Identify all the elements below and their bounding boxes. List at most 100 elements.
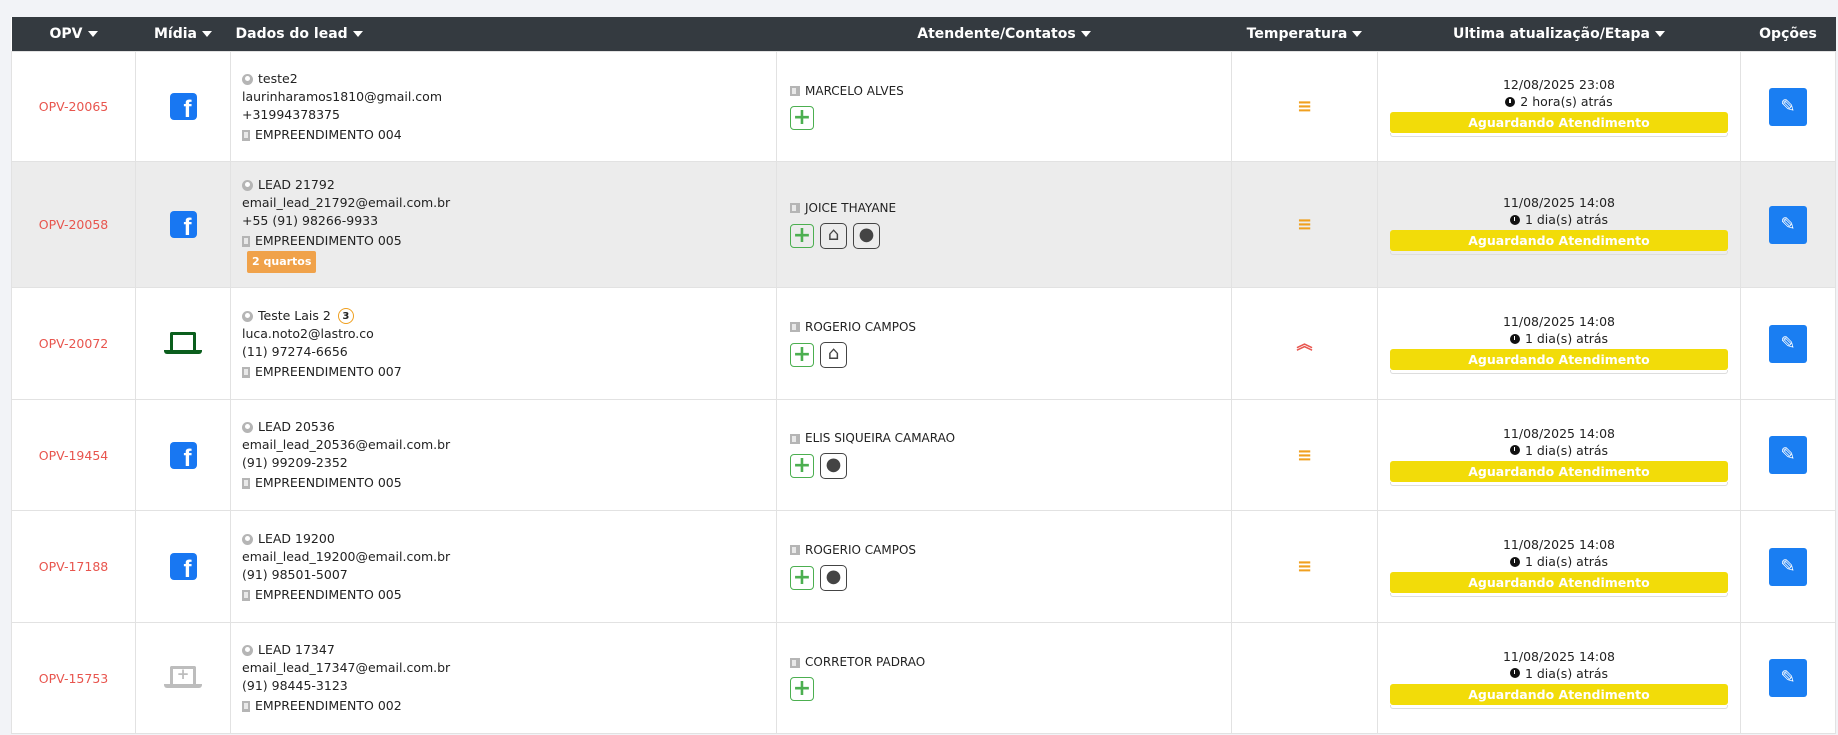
chat-bubble-icon[interactable]: ● [853,222,880,249]
facebook-icon: f [169,211,197,240]
col-opcoes-header: Opções [1740,17,1836,52]
temperature-neutral-icon: ≡ [1231,510,1378,623]
lead-tag: 2 quartos [247,251,317,273]
temperature-hot-icon: ︽ [1231,287,1378,400]
chat-bubble-icon[interactable]: ● [820,453,847,479]
status-badge: Aguardando Atendimento [1390,112,1728,133]
user-icon [242,180,253,191]
edit-button[interactable]: ✎ [1769,659,1807,697]
lead-empreendimento: EMPREENDIMENTO 005 [255,233,402,248]
edit-button[interactable]: ✎ [1769,436,1807,474]
building-icon [790,657,800,668]
update-ago: 1 dia(s) atrás [1524,665,1609,681]
col-temperatura-header[interactable]: Temperatura [1231,17,1378,52]
table-row: OPV-20058 f LEAD 21792 email_lead_21792@… [11,161,1836,288]
lead-name: LEAD 17347 [258,642,335,657]
lead-name: LEAD 20536 [258,419,335,434]
atendente-name: ELIS SIQUEIRA CAMARAO [805,431,956,445]
building-icon [790,433,800,444]
opv-id[interactable]: OPV-17188 [11,510,136,623]
laptop-plus-icon: + [164,664,202,692]
atendente-name: ROGERIO CAMPOS [805,542,917,557]
leads-table-container: OPV Mídia Dados do lead Atendente/Contat… [11,17,1836,734]
lead-empreendimento: EMPREENDIMENTO 005 [255,586,402,602]
lead-phone: (91) 98501-5007 [242,566,348,582]
add-contact-button[interactable]: + [790,565,814,590]
opv-id[interactable]: OPV-20058 [11,161,136,288]
update-ago: 1 dia(s) atrás [1524,331,1609,346]
table-row: OPV-20065 f teste2 laurinharamos1810@gma… [11,51,1836,162]
add-contact-button[interactable]: + [790,342,814,367]
caret-down-icon [1080,31,1091,37]
facebook-icon: f [169,93,197,122]
building-icon [790,203,800,213]
home-icon[interactable]: ⌂ [820,341,847,368]
table-row: OPV-15753 + LEAD 17347 email_lead_17347@… [11,622,1836,734]
table-row: OPV-20072 Teste Lais 2 3 luca.noto2@lastr… [11,287,1836,400]
lead-email: luca.noto2@lastro.co [242,325,374,341]
facebook-icon: f [169,441,197,470]
opv-id[interactable]: OPV-20072 [11,287,136,400]
clock-icon [1509,668,1520,678]
edit-button[interactable]: ✎ [1769,87,1807,126]
caret-down-icon [1654,31,1665,37]
status-badge: Aguardando Atendimento [1390,460,1728,482]
atendente-name: JOICE THAYANE [805,200,897,215]
lead-empreendimento: EMPREENDIMENTO 002 [255,698,402,713]
lead-email: email_lead_20536@email.com.br [242,437,451,452]
add-contact-button[interactable]: + [790,223,814,248]
lead-phone: +55 (91) 98266-9933 [242,213,379,228]
building-icon [242,236,250,247]
facebook-icon: f [169,553,197,582]
home-icon[interactable]: ⌂ [820,222,847,249]
lead-phone: (11) 97274-6656 [242,343,348,359]
table-header-row: OPV Mídia Dados do lead Atendente/Contat… [11,17,1836,52]
lead-email: email_lead_21792@email.com.br [242,195,451,210]
lead-name: LEAD 21792 [258,177,335,192]
col-opv-header[interactable]: OPV [11,17,136,52]
add-contact-button[interactable]: + [790,454,814,478]
edit-button[interactable]: ✎ [1769,547,1807,586]
lead-email: laurinharamos1810@gmail.com [242,88,443,104]
opv-id[interactable]: OPV-20065 [11,51,136,162]
col-midia-header[interactable]: Mídia [135,17,231,52]
user-icon [242,422,253,433]
lead-name: LEAD 19200 [258,530,335,546]
status-badge: Aguardando Atendimento [1390,683,1728,705]
clock-icon [1509,333,1520,344]
temperature-neutral-icon: ≡ [1231,399,1378,511]
chat-bubble-icon[interactable]: ● [820,564,847,591]
opv-id[interactable]: OPV-19454 [11,399,136,511]
clock-icon [1505,96,1516,107]
atendente-name: ROGERIO CAMPOS [805,319,917,334]
laptop-icon [164,330,202,358]
edit-button[interactable]: ✎ [1769,205,1807,244]
add-contact-button[interactable]: + [790,677,814,701]
building-icon [242,589,250,601]
clock-icon [1509,445,1520,455]
lead-email: email_lead_17347@email.com.br [242,660,451,675]
lead-phone: +31994378375 [242,106,340,122]
clock-icon [1509,556,1520,567]
user-icon [242,310,253,322]
col-ultima-header[interactable]: Ultima atualização/Etapa [1377,17,1741,52]
user-icon [242,645,253,656]
temperature-cell [1231,622,1378,734]
user-icon [242,533,253,545]
update-date: 11/08/2025 14:08 [1502,425,1616,441]
building-icon [790,86,800,96]
atendente-name: MARCELO ALVES [805,83,904,98]
col-atendente-header[interactable]: Atendente/Contatos [776,17,1232,52]
opv-id[interactable]: OPV-15753 [11,622,136,734]
lead-phone: (91) 98445-3123 [242,678,348,693]
building-icon [242,129,250,141]
building-icon [790,545,800,555]
table-row: OPV-17188 f LEAD 19200 email_lead_19200@… [11,510,1836,623]
building-icon [242,478,250,489]
lead-phone: (91) 99209-2352 [242,455,348,470]
lead-name: teste2 [258,70,298,86]
col-dados-header[interactable]: Dados do lead [230,17,777,52]
status-badge: Aguardando Atendimento [1390,349,1728,370]
add-contact-button[interactable]: + [790,105,814,130]
edit-button[interactable]: ✎ [1769,324,1807,363]
